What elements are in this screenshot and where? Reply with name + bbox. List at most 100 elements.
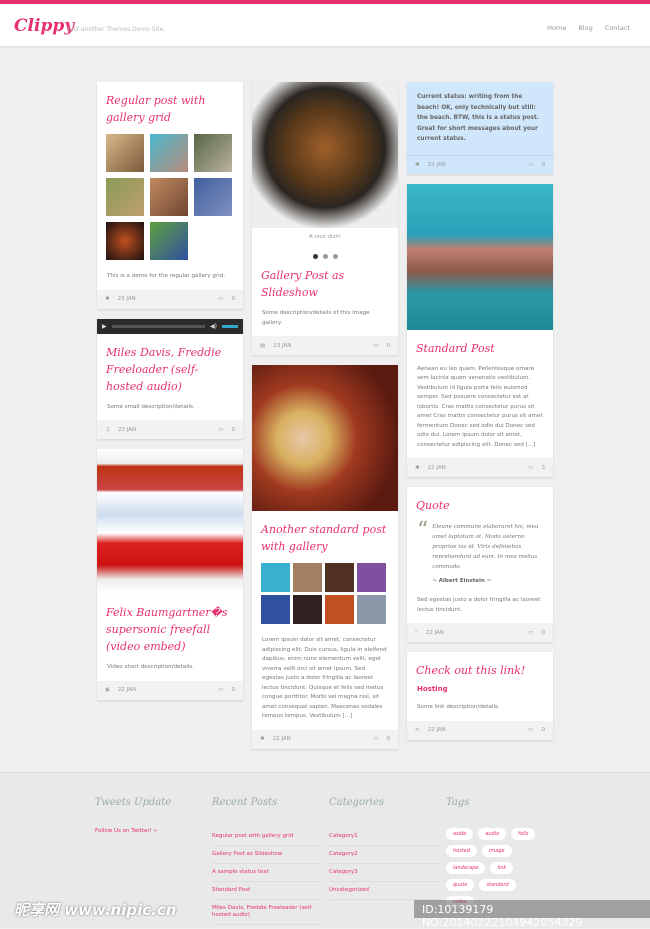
gallery-thumb[interactable] <box>194 178 232 216</box>
post-title[interactable]: Another standard post with gallery <box>252 511 398 559</box>
slide-dot[interactable] <box>322 254 328 259</box>
gallery-thumb[interactable] <box>194 134 232 172</box>
slideshow-image[interactable] <box>252 82 398 228</box>
gallery-thumb[interactable] <box>150 134 188 172</box>
gallery-thumb[interactable] <box>106 222 144 260</box>
post-meta: ✱ 22 JAN ▭ 0 <box>252 729 398 749</box>
comment-icon[interactable]: ▭ <box>528 465 533 471</box>
comment-icon[interactable]: ▭ <box>218 427 223 433</box>
gallery-thumb[interactable] <box>293 563 322 592</box>
comment-icon[interactable]: ▭ <box>218 296 223 302</box>
recent-post-link[interactable]: Standard Post <box>212 882 322 900</box>
comment-count[interactable]: 0 <box>232 427 236 433</box>
link-icon: ∞ <box>415 727 420 733</box>
audio-progress[interactable] <box>111 324 206 328</box>
tag[interactable]: hosted <box>446 845 478 857</box>
post-date[interactable]: 23 JAN <box>118 296 136 302</box>
gallery-thumb[interactable] <box>261 595 290 624</box>
standard-format-icon: ✱ <box>260 736 265 742</box>
twitter-follow-link[interactable]: Follow Us on Twitter! » <box>95 828 205 834</box>
post-date[interactable]: 23 JAN <box>273 343 291 349</box>
post-date[interactable]: 22 JAN <box>426 630 444 636</box>
tag[interactable]: audio <box>478 828 507 840</box>
category-link[interactable]: Category2 <box>329 846 439 864</box>
post-date[interactable]: 22 JAN <box>428 727 446 733</box>
audio-player[interactable]: ▶ ◀) <box>97 318 243 334</box>
gallery-thumb[interactable] <box>261 563 290 592</box>
post-date[interactable]: 22 JAN <box>118 687 136 693</box>
gallery-thumb[interactable] <box>293 595 322 624</box>
play-icon[interactable]: ▶ <box>102 323 107 330</box>
comment-count[interactable]: 0 <box>387 343 391 349</box>
video-embed[interactable] <box>97 449 243 594</box>
category-link[interactable]: Uncategorized <box>329 882 439 900</box>
nav-home[interactable]: Home <box>547 24 566 32</box>
gallery-thumb[interactable] <box>150 222 188 260</box>
gallery-thumb[interactable] <box>106 134 144 172</box>
post-title[interactable]: Regular post with gallery grid <box>97 82 243 130</box>
video-icon: ◉ <box>105 687 110 693</box>
comment-icon[interactable]: ▭ <box>218 687 223 693</box>
comment-count[interactable]: 0 <box>542 727 546 733</box>
recent-post-link[interactable]: Miles Davis, Freddie Freeloader (self-ho… <box>212 900 322 925</box>
post-meta: ✱ 23 JAN ▭ 0 <box>407 154 553 174</box>
comment-count[interactable]: 0 <box>232 687 236 693</box>
recent-post-link[interactable]: A sample status text <box>212 864 322 882</box>
tag[interactable]: folls <box>511 828 536 840</box>
post-title[interactable]: Felix Baumgartner�s supersonic freefall … <box>97 594 243 659</box>
post-meta: ◉ 22 JAN ▭ 0 <box>97 680 243 700</box>
gallery-thumb[interactable] <box>357 563 386 592</box>
post-date[interactable]: 22 JAN <box>273 736 291 742</box>
category-link[interactable]: Category1 <box>329 828 439 846</box>
recent-post-link[interactable]: Regular post with gallery grid <box>212 828 322 846</box>
gallery-thumb[interactable] <box>106 178 144 216</box>
post-date[interactable]: 22 JAN <box>428 465 446 471</box>
nav-contact[interactable]: Contact <box>605 24 630 32</box>
volume-icon[interactable]: ◀) <box>210 323 217 330</box>
comment-count[interactable]: 0 <box>387 736 391 742</box>
gallery-thumb[interactable] <box>325 595 354 624</box>
site-header: Clippy Just another Themes Demo Site. Ho… <box>0 4 650 48</box>
post-link-url[interactable]: Hosting <box>407 683 553 699</box>
slide-dot[interactable] <box>332 254 338 259</box>
volume-slider[interactable] <box>222 324 238 328</box>
gallery-thumb[interactable] <box>325 563 354 592</box>
featured-image[interactable] <box>407 183 553 330</box>
slide-dot[interactable] <box>312 254 318 259</box>
post-title[interactable]: Miles Davis, Freddie Freeloader (self-ho… <box>97 334 243 399</box>
post-title[interactable]: Gallery Post as Slideshow <box>252 261 398 305</box>
post-audio: ▶ ◀) Miles Davis, Freddie Freeloader (se… <box>97 318 243 439</box>
tag[interactable]: landscape <box>446 862 486 874</box>
post-date[interactable]: 23 JAN <box>428 162 446 168</box>
tag[interactable]: image <box>482 845 512 857</box>
nav-blog[interactable]: Blog <box>578 24 592 32</box>
quote-text: Eleune commune elaboraret his, mea amet … <box>432 524 539 570</box>
recent-post-link[interactable]: Gallery Post as Slideshow <box>212 846 322 864</box>
tag[interactable]: aside <box>446 828 474 840</box>
post-title[interactable]: Quote <box>407 487 553 518</box>
post-date[interactable]: 22 JAN <box>118 427 136 433</box>
comment-count[interactable]: 0 <box>542 162 546 168</box>
comment-icon[interactable]: ▭ <box>528 162 533 168</box>
tag[interactable]: standard <box>479 879 516 891</box>
post-title[interactable]: Standard Post <box>407 330 553 361</box>
comment-icon[interactable]: ▭ <box>373 736 378 742</box>
gallery-thumb[interactable] <box>357 595 386 624</box>
gallery-thumb[interactable] <box>150 178 188 216</box>
site-logo[interactable]: Clippy <box>14 16 74 36</box>
comment-icon[interactable]: ▭ <box>528 630 533 636</box>
comment-count[interactable]: 0 <box>232 296 236 302</box>
tag[interactable]: quote <box>446 879 475 891</box>
comment-icon[interactable]: ▭ <box>528 727 533 733</box>
comment-count[interactable]: 3 <box>542 465 546 471</box>
post-meta: ▤ 23 JAN ▭ 0 <box>252 336 398 355</box>
comment-count[interactable]: 0 <box>542 630 546 636</box>
comment-icon[interactable]: ▭ <box>373 343 378 349</box>
tag[interactable]: link <box>490 862 514 874</box>
status-text: Current status: writing from the beach! … <box>407 82 553 155</box>
post-title[interactable]: Check out this link! <box>407 652 553 683</box>
category-link[interactable]: Category3 <box>329 864 439 882</box>
featured-image[interactable] <box>252 365 398 511</box>
quote-format-icon: “ <box>415 629 418 636</box>
site-tagline: Just another Themes Demo Site. <box>68 26 166 33</box>
